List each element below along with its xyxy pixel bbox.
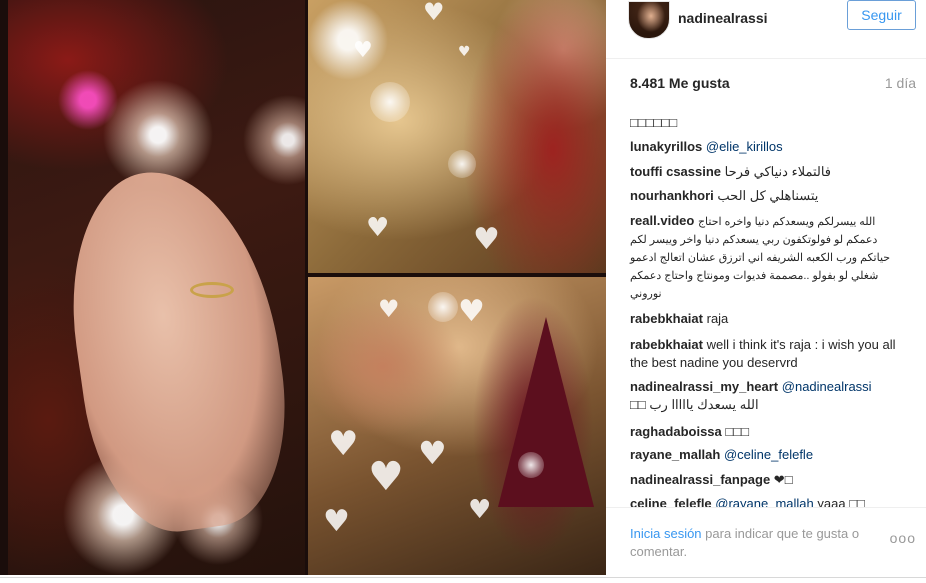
follow-button[interactable]: Seguir (847, 0, 916, 30)
comment-mention[interactable]: @rayane_mallah (715, 496, 813, 507)
heart-icon: ♥ (468, 495, 492, 525)
comment-item: raghadaboissa □□□ (630, 423, 900, 441)
heart-icon: ♥ (353, 38, 373, 63)
comment-partial: □□□□□□ (630, 114, 677, 132)
comment-text: فالتملاء دنياكي فرحا (724, 164, 832, 179)
comment-username[interactable]: rayane_mallah (630, 447, 720, 462)
bokeh-light (518, 452, 544, 478)
comment-username[interactable]: nourhankhori (630, 188, 714, 203)
comment-item: celine_felefle @rayane_mallah yaaa □□ (630, 495, 900, 507)
comment-text: □□□□□□ (630, 115, 678, 130)
comment-text: الله ييسرلكم ويسعدكم دنيا واخره احتاج دع… (630, 216, 891, 300)
comment-text: يتسناهلي كل الحب (717, 188, 819, 203)
heart-icon: ♥ (458, 44, 471, 60)
comments-list[interactable]: □□□□□□ lunakyrillos @elie_kirillos touff… (606, 100, 926, 507)
likes-count[interactable]: 8.481 Me gusta (630, 75, 730, 91)
heart-icon: ♥ (323, 504, 350, 539)
comment-item: rabebkhaiat raja (630, 310, 900, 328)
comment-item: reall.video الله ييسرلكم ويسعدكم دنيا وا… (630, 212, 900, 302)
hand-shape (53, 157, 303, 543)
bokeh-light (370, 82, 410, 122)
post-footer: Inicia sesión para indicar que te gusta … (606, 507, 926, 576)
comment-item: rabebkhaiat well i think it's raja : i w… (630, 336, 900, 372)
heart-icon: ♥ (368, 454, 404, 500)
heart-icon: ♥ (473, 222, 500, 257)
comment-text: □□□ (725, 424, 749, 439)
comment-item: lunakyrillos @elie_kirillos (630, 138, 900, 156)
comment-username[interactable]: nadinealrassi_my_heart (630, 379, 778, 394)
avatar[interactable] (628, 1, 670, 39)
heart-icon: ♥ (418, 434, 447, 472)
comment-username[interactable]: touffi csassine (630, 164, 721, 179)
heart-icon: ♥ (423, 0, 445, 26)
photo-portrait: ♥ ♥ ♥ ♥ ♥ (308, 0, 606, 273)
heart-icon: ♥ (328, 424, 359, 464)
login-prompt: Inicia sesión para indicar que te gusta … (630, 525, 890, 561)
comment-text: yaaa □□ (817, 496, 865, 507)
comment-username[interactable]: lunakyrillos (630, 139, 702, 154)
comment-username[interactable]: rabebkhaiat (630, 311, 703, 326)
comment-username[interactable]: rabebkhaiat (630, 337, 703, 352)
comment-mention[interactable]: @celine_felefle (724, 447, 813, 462)
christmas-tree-shape (498, 317, 594, 507)
post-photo: ♥ ♥ ♥ ♥ ♥ ♥ ♥ ♥ ♥ ♥ ♥ ♥ (0, 0, 606, 575)
photo-hand-ring (8, 0, 305, 575)
more-options-icon[interactable]: ooo (890, 530, 916, 546)
comment-text: الله يسعدك يااااا رب □□ (630, 397, 759, 412)
likes-row: 8.481 Me gusta 1 día (606, 58, 926, 102)
bokeh-light (428, 292, 458, 322)
comment-text: ❤□ (773, 472, 793, 487)
comment-username[interactable]: raghadaboissa (630, 424, 722, 439)
comment-username[interactable]: reall.video (630, 213, 694, 228)
post-header: nadinealrassi Seguir (606, 0, 926, 59)
comment-item: rayane_mallah @celine_felefle (630, 446, 900, 464)
comment-item: nadinealrassi_fanpage ❤□ (630, 471, 900, 489)
comment-username[interactable]: nadinealrassi_fanpage (630, 472, 770, 487)
comment-mention[interactable]: @nadinealrassi (782, 379, 872, 394)
comment-text: raja (706, 311, 729, 326)
login-link[interactable]: Inicia sesión (630, 526, 702, 541)
ring-shape (190, 282, 234, 298)
post-sidebar: nadinealrassi Seguir 8.481 Me gusta 1 dí… (606, 0, 926, 575)
comment-item: touffi csassine فالتملاء دنياكي فرحا (630, 163, 900, 181)
photo-christmas-tree: ♥ ♥ ♥ ♥ ♥ ♥ ♥ (308, 277, 606, 575)
heart-icon: ♥ (378, 295, 400, 323)
bokeh-light (448, 150, 476, 178)
page-bottom-divider (0, 575, 926, 583)
comment-item: nourhankhori يتسناهلي كل الحب (630, 187, 900, 205)
username-link[interactable]: nadinealrassi (678, 10, 768, 26)
comment-item: nadinealrassi_my_heart @nadinealrassi ال… (630, 378, 900, 414)
comment-username[interactable]: celine_felefle (630, 496, 712, 507)
post-time[interactable]: 1 día (885, 75, 916, 91)
heart-icon: ♥ (366, 213, 390, 243)
comment-mention[interactable]: @elie_kirillos (706, 139, 783, 154)
heart-icon: ♥ (458, 294, 485, 329)
